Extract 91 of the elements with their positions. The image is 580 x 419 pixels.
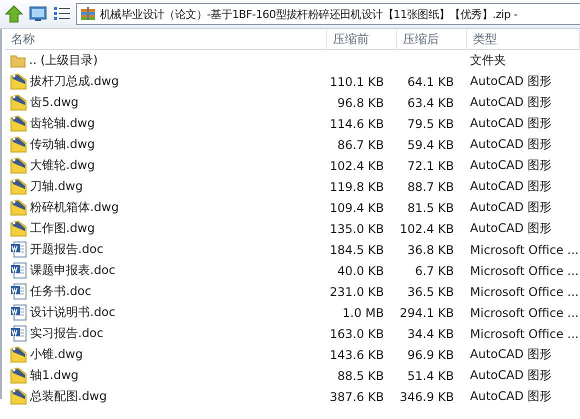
drawing-file-icon [10,157,27,174]
original-size: 114.6 KB [330,116,384,130]
file-name[interactable]: 课题申报表.doc [30,262,116,279]
column-header[interactable]: 压缩前 [327,29,397,49]
file-name[interactable]: .. (上级目录) [29,52,98,69]
file-name[interactable]: 大锥轮.dwg [30,157,95,174]
compressed-size: 81.5 KB [407,200,454,214]
compressed-size: 96.9 KB [407,348,454,362]
drawing-file-icon [10,136,27,153]
column-header[interactable]: 名称 [5,29,327,49]
folder-icon [10,54,26,68]
original-size: 102.4 KB [330,158,384,172]
drawing-file-icon [10,115,27,132]
file-type: Microsoft Office ... [470,242,579,256]
file-type: AutoCAD 图形 [470,116,552,130]
original-size: 143.6 KB [330,348,384,362]
file-type: AutoCAD 图形 [470,200,552,214]
drawing-file-icon [10,178,27,195]
file-type: AutoCAD 图形 [470,347,552,361]
compressed-size: 63.4 KB [407,96,454,110]
file-name[interactable]: 粉碎机箱体.dwg [30,199,119,216]
original-size: 135.0 KB [330,222,384,236]
file-name[interactable]: 刀轴.dwg [30,178,83,195]
compressed-size: 88.7 KB [407,180,454,194]
file-name[interactable]: 工作图.dwg [30,220,95,237]
compressed-size: 72.1 KB [407,158,454,172]
compressed-size: 6.7 KB [415,264,454,278]
original-size: 96.8 KB [337,96,384,110]
monitor-icon[interactable] [28,4,48,24]
up-arrow-icon[interactable] [4,4,24,24]
original-size: 1.0 MB [342,306,384,320]
file-type: AutoCAD 图形 [470,368,552,382]
file-name[interactable]: 设计说明书.doc [30,304,116,321]
original-size: 86.7 KB [337,138,384,152]
original-size: 40.0 KB [337,264,384,278]
compressed-size: 346.9 KB [400,390,454,404]
drawing-file-icon [10,220,27,237]
compressed-size: 79.5 KB [407,116,454,130]
file-type: Microsoft Office ... [470,306,579,320]
compressed-size: 51.4 KB [407,368,454,382]
compressed-size: 36.8 KB [407,242,454,256]
file-name[interactable]: 拔杆刀总成.dwg [30,73,119,90]
file-name[interactable]: 传动轴.dwg [30,136,95,153]
file-name[interactable]: 轴1.dwg [30,367,78,384]
file-type: 文件夹 [470,53,506,67]
file-name[interactable]: 任务书.doc [30,283,92,300]
file-type: Microsoft Office ... [470,264,579,278]
word-document-icon [10,304,27,321]
original-size: 110.1 KB [330,74,384,88]
file-type: AutoCAD 图形 [470,221,552,235]
file-name[interactable]: 齿轮轴.dwg [30,115,95,132]
file-type: AutoCAD 图形 [470,95,552,109]
original-size: 163.0 KB [330,326,384,340]
drawing-file-icon [10,94,27,111]
original-size: 119.8 KB [330,180,384,194]
file-name[interactable]: 齿5.dwg [30,94,78,111]
file-type: AutoCAD 图形 [470,179,552,193]
word-document-icon [10,283,27,300]
original-size: 109.4 KB [330,200,384,214]
original-size: 184.5 KB [330,242,384,256]
file-type: AutoCAD 图形 [470,74,552,88]
compressed-size: 294.1 KB [400,306,454,320]
compressed-size: 36.5 KB [407,284,454,298]
drawing-file-icon [10,388,27,405]
file-name[interactable]: 小锥.dwg [30,346,83,363]
drawing-file-icon [10,346,27,363]
column-header[interactable]: 压缩后 [397,29,467,49]
file-type: Microsoft Office ... [470,284,579,298]
drawing-file-icon [10,199,27,216]
file-name[interactable]: 实习报告.doc [30,325,104,342]
file-type: AutoCAD 图形 [470,137,552,151]
compressed-size: 64.1 KB [407,74,454,88]
compressed-size: 59.4 KB [407,138,454,152]
drawing-file-icon [10,73,27,90]
file-type: AutoCAD 图形 [470,389,552,403]
file-name[interactable]: 开题报告.doc [30,241,104,258]
compressed-size: 34.4 KB [407,326,454,340]
original-size: 88.5 KB [337,368,384,382]
file-type: Microsoft Office ... [470,326,579,340]
word-document-icon [10,262,27,279]
file-name[interactable]: 总装配图.dwg [30,388,107,405]
drawing-file-icon [10,367,27,384]
word-document-icon [10,325,27,342]
compressed-size: 102.4 KB [400,222,454,236]
archive-icon [80,6,96,22]
word-document-icon [10,241,27,258]
original-size: 231.0 KB [330,284,384,298]
original-size: 387.6 KB [330,390,384,404]
column-header[interactable]: 类型 [467,29,580,49]
file-type: AutoCAD 图形 [470,158,552,172]
address-field[interactable]: 机械毕业设计（论文）-基于1BF-160型拔杆粉碎还田机设计【11张图纸】【优秀】.zip - [76,3,580,25]
